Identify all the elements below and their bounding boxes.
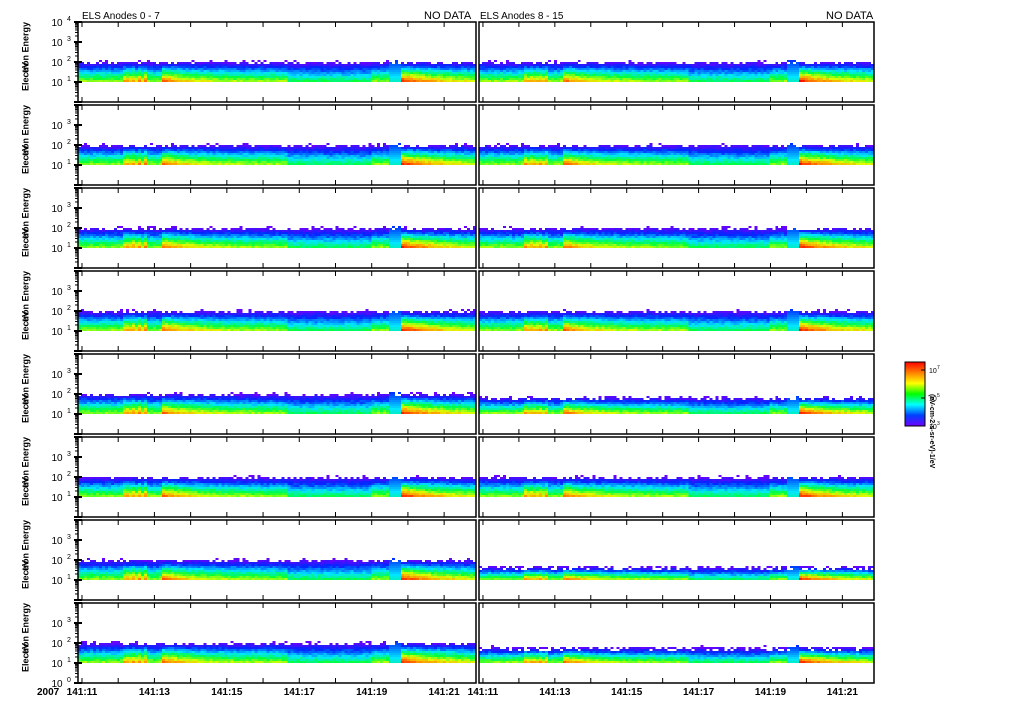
- panel-frame: [77, 270, 477, 352]
- y-tick-exponent: 3: [67, 119, 71, 126]
- x-tick-label: 141:13: [139, 687, 171, 698]
- y-axis-unit: eV: [20, 560, 31, 572]
- panel-frame: [77, 353, 477, 435]
- x-tick-label: 141:17: [284, 687, 316, 698]
- y-tick-exponent: 2: [67, 305, 71, 312]
- y-tick-exponent: 4: [67, 16, 71, 23]
- y-tick-label: 10: [51, 453, 63, 464]
- panel-frame: [77, 187, 477, 269]
- y-tick-label: 10: [51, 78, 63, 89]
- y-tick-exponent: 1: [67, 408, 71, 415]
- y-tick-exponent: 2: [67, 554, 71, 561]
- y-tick-label: 10: [51, 121, 63, 132]
- y-tick-exponent: 2: [67, 139, 71, 146]
- y-axis-unit: eV: [20, 145, 31, 157]
- y-tick-label: 10: [51, 370, 63, 381]
- y-tick-label: 10: [51, 204, 63, 215]
- x-tick-label: 141:19: [356, 687, 388, 698]
- x-tick-label: 141:17: [683, 687, 715, 698]
- y-tick-label: 10: [51, 141, 63, 152]
- y-axis-unit: eV: [20, 62, 31, 74]
- panel-frame: [478, 187, 875, 269]
- axes-layer: 10 410 310 210 110 310 210 110 310 210 110 310 210 11…: [37, 16, 940, 698]
- panel-frame: [478, 270, 875, 352]
- panel-frame: [478, 519, 875, 601]
- y-tick-exponent: 3: [67, 617, 71, 624]
- y-tick-exponent: 1: [67, 491, 71, 498]
- x-tick-label: 141:11: [468, 687, 499, 698]
- y-tick-label: 10: [51, 224, 63, 235]
- y-tick-exponent: 3: [67, 368, 71, 375]
- x-tick-label: 141:21: [429, 687, 461, 698]
- y-tick-exponent: 2: [67, 56, 71, 63]
- y-tick-exponent: 3: [67, 202, 71, 209]
- y-tick-label: 10: [51, 244, 63, 255]
- y-tick-label: 10: [51, 287, 63, 298]
- y-axis-unit: eV: [20, 394, 31, 406]
- y-axis-unit: eV: [20, 311, 31, 323]
- x-tick-label: 141:15: [611, 687, 643, 698]
- y-tick-label: 10: [51, 38, 63, 49]
- y-tick-label: 10: [51, 493, 63, 504]
- x-tick-label: 141:19: [755, 687, 787, 698]
- y-axis-unit: eV: [20, 643, 31, 655]
- y-tick-label: 10: [51, 536, 63, 547]
- panel-frame: [77, 104, 477, 186]
- y-tick-exponent: 3: [67, 285, 71, 292]
- y-tick-label: 10: [51, 327, 63, 338]
- y-tick-label: 10: [51, 307, 63, 318]
- panel-frame: [77, 519, 477, 601]
- panel-frame: [77, 21, 477, 103]
- y-tick-exponent: 3: [67, 36, 71, 43]
- y-axis-unit: eV: [20, 477, 31, 489]
- panel-frame: [478, 602, 875, 684]
- colorbar-tick-exponent: 5: [937, 393, 940, 399]
- panel-frame: [478, 21, 875, 103]
- y-tick-exponent: 3: [67, 451, 71, 458]
- panel-frame: [77, 602, 477, 684]
- y-tick-label: 10: [51, 639, 63, 650]
- y-tick-label: 10: [51, 390, 63, 401]
- y-tick-exponent: 2: [67, 222, 71, 229]
- colorbar-tick-exponent: 3: [937, 421, 940, 427]
- panel-frame: [77, 436, 477, 518]
- y-tick-exponent: 1: [67, 159, 71, 166]
- colorbar: [904, 361, 926, 427]
- x-tick-label: 141:21: [827, 687, 859, 698]
- colorbar-tick-label: 10: [929, 368, 937, 375]
- y-tick-label: 10: [51, 473, 63, 484]
- y-tick-label: 10: [51, 18, 63, 29]
- y-tick-label: 10: [51, 659, 63, 670]
- y-tick-exponent: 1: [67, 76, 71, 83]
- colorbar-label: (eV-cm-2-s-sr-eV)-1/eV: [928, 394, 935, 469]
- y-tick-label: 10: [51, 619, 63, 630]
- colorbar-tick-exponent: 7: [937, 365, 940, 371]
- y-tick-label: 10: [51, 576, 63, 587]
- panel-frame: [478, 436, 875, 518]
- y-tick-exponent: 3: [67, 534, 71, 541]
- y-tick-exponent: 1: [67, 325, 71, 332]
- y-tick-exponent: 0: [67, 677, 71, 684]
- x-tick-label: 141:11: [67, 687, 98, 698]
- y-axis-unit: eV: [20, 228, 31, 240]
- panel-frame: [478, 353, 875, 435]
- y-tick-exponent: 2: [67, 471, 71, 478]
- y-tick-exponent: 1: [67, 574, 71, 581]
- y-tick-exponent: 2: [67, 388, 71, 395]
- y-tick-label: 10: [51, 556, 63, 567]
- y-tick-label: 10: [51, 161, 63, 172]
- x-tick-label: 141:13: [539, 687, 571, 698]
- x-tick-label: 141:15: [211, 687, 243, 698]
- year-label: 2007: [37, 687, 60, 698]
- y-tick-exponent: 1: [67, 242, 71, 249]
- y-tick-exponent: 1: [67, 657, 71, 664]
- panel-frame: [478, 104, 875, 186]
- y-tick-exponent: 2: [67, 637, 71, 644]
- y-tick-label: 10: [51, 58, 63, 69]
- y-tick-label: 10: [51, 410, 63, 421]
